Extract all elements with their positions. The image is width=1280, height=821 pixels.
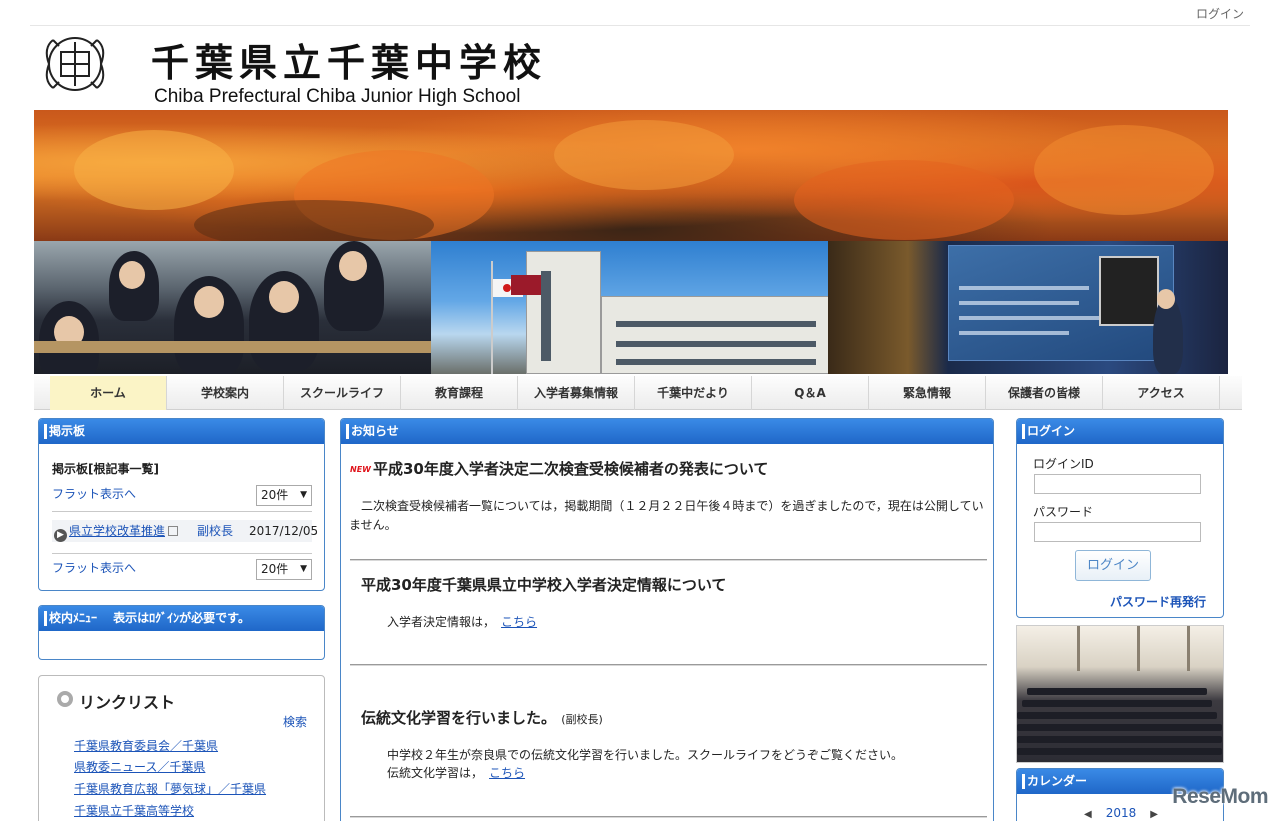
password-reissue-link[interactable]: パスワード再発行: [1110, 593, 1206, 610]
link-list-panel: リンクリスト 検索 千葉県教育委員会／千葉県 県教委ニュース／千葉県 千葉県教育…: [38, 675, 325, 821]
per-page-select-top[interactable]: 20件 ▼: [256, 485, 312, 506]
news-item-3-title-text: 伝統文化学習を行いました。: [361, 709, 557, 727]
bulletin-board-title: 掲示板[根記事一覧]: [52, 462, 159, 476]
news-item-1-body: 二次検査受検候補者一覧については，掲載期間（１２月２２日午後４時まで）を過ぎまし…: [349, 499, 984, 532]
link-search-link[interactable]: 検索: [283, 713, 307, 730]
flat-view-link-top[interactable]: フラット表示へ: [52, 485, 136, 502]
link-item[interactable]: 県教委ニュース／千葉県: [74, 758, 205, 775]
news-heading: お知らせ: [341, 419, 993, 444]
school-menu-panel: 校内ﾒﾆｭｰ 表示はﾛｸﾞｲﾝが必要です。: [38, 605, 325, 660]
bulletin-board-heading: 掲示板: [39, 419, 324, 444]
site-header: 千葉県立千葉中学校 Chiba Prefectural Chiba Junior…: [33, 28, 1228, 110]
login-id-label: ログインID: [1033, 457, 1094, 471]
link-item[interactable]: 千葉県立千葉高等学校: [74, 802, 194, 819]
attachment-icon: [168, 526, 179, 536]
divider: [350, 559, 987, 561]
chevron-down-icon: ▼: [300, 490, 307, 500]
arrow-right-icon: ▶: [54, 529, 67, 542]
flat-view-link-bottom[interactable]: フラット表示へ: [52, 559, 136, 576]
nav-school-guide[interactable]: 学校案内: [167, 376, 284, 410]
link-list-heading: リンクリスト: [79, 693, 176, 712]
nav-parents[interactable]: 保護者の皆様: [986, 376, 1103, 410]
chevron-down-icon: ▼: [300, 564, 307, 574]
next-arrow-icon[interactable]: ▶: [1150, 809, 1158, 820]
per-page-value: 20件: [261, 488, 289, 502]
per-page-value: 20件: [261, 562, 289, 576]
news-item-2-link[interactable]: こちら: [501, 615, 537, 629]
nav-access[interactable]: アクセス: [1103, 376, 1220, 410]
nav-emergency[interactable]: 緊急情報: [869, 376, 986, 410]
per-page-select-bottom[interactable]: 20件 ▼: [256, 559, 312, 580]
nav-newsletter[interactable]: 千葉中だより: [635, 376, 752, 410]
link-item[interactable]: 千葉県教育広報「夢気球」／千葉県: [74, 780, 266, 797]
login-button[interactable]: ログイン: [1075, 550, 1151, 581]
news-item-2-body: 入学者決定情報は， こちら: [387, 613, 537, 632]
photo-school-building: [431, 241, 828, 374]
autumn-leaves-banner: [34, 110, 1228, 241]
news-item-3-link[interactable]: こちら: [489, 766, 525, 780]
news-item-2-title[interactable]: 平成30年度千葉県県立中学校入学者決定情報について: [361, 574, 726, 595]
bulletin-row-title[interactable]: 県立学校改革推進: [69, 524, 165, 538]
bulletin-row-author: 副校長: [197, 524, 234, 538]
news-panel: お知らせ NEW 平成30年度入学者決定二次検査受検候補者の発表について 二次検査…: [340, 418, 994, 821]
new-badge: NEW: [350, 465, 371, 474]
news-item-3-title[interactable]: 伝統文化学習を行いました。 (副校長): [361, 707, 603, 728]
nav-home[interactable]: ホーム: [50, 376, 167, 410]
prev-arrow-icon[interactable]: ◀: [1084, 809, 1092, 820]
site-title-jp[interactable]: 千葉県立千葉中学校: [151, 32, 547, 87]
link-item[interactable]: 千葉県教育委員会／千葉県: [74, 737, 218, 754]
news-item-3-body2-text: 伝統文化学習は，: [387, 766, 484, 780]
news-item-2-body-text: 入学者決定情報は，: [387, 615, 496, 629]
ring-icon: [57, 691, 73, 707]
divider: [350, 816, 987, 818]
nav-school-life[interactable]: スクールライフ: [284, 376, 401, 410]
top-bar: ログイン: [30, 0, 1250, 26]
presentation-slide: [948, 245, 1174, 361]
bulletin-board-panel: 掲示板 掲示板[根記事一覧] フラット表示へ 20件 ▼ ▶ 県立学校改革推進 副…: [38, 418, 325, 591]
divider: [52, 511, 312, 512]
news-item-1-title[interactable]: NEW 平成30年度入学者決定二次検査受検候補者の発表について: [350, 458, 768, 479]
calendar-year: 2018: [1105, 806, 1137, 820]
news-item-3-body2: 伝統文化学習は， こちら: [387, 764, 525, 783]
nav-curriculum[interactable]: 教育課程: [401, 376, 518, 410]
photo-classroom: [34, 241, 431, 374]
news-item-1-title-text: 平成30年度入学者決定二次検査受検候補者の発表について: [372, 460, 769, 478]
auditorium-photo: [1016, 625, 1224, 763]
password-label: パスワード: [1033, 505, 1094, 519]
photo-strip: [34, 241, 1228, 374]
nav-faq[interactable]: Q＆A: [752, 376, 869, 410]
bulletin-row[interactable]: ▶ 県立学校改革推進 副校長 2017/12/05: [52, 520, 318, 542]
divider: [350, 664, 987, 666]
bulletin-row-date: 2017/12/05: [249, 524, 319, 538]
school-menu-heading: 校内ﾒﾆｭｰ 表示はﾛｸﾞｲﾝが必要です。: [39, 606, 324, 631]
news-item-3-author: (副校長): [561, 713, 603, 726]
news-item-3-body: 中学校２年生が奈良県での伝統文化学習を行いました。スクールライフをどうぞご覧くだ…: [387, 748, 904, 762]
header-login-link[interactable]: ログイン: [1196, 5, 1244, 22]
nav-admissions[interactable]: 入学者募集情報: [518, 376, 635, 410]
login-id-field[interactable]: [1034, 474, 1201, 494]
school-emblem-icon: [45, 37, 105, 91]
resemom-watermark: ReseMom: [1172, 785, 1268, 808]
main-nav: ホーム 学校案内 スクールライフ 教育課程 入学者募集情報 千葉中だより Q＆A…: [34, 376, 1242, 410]
divider: [52, 553, 312, 554]
site-title-en[interactable]: Chiba Prefectural Chiba Junior High Scho…: [154, 86, 520, 108]
password-field[interactable]: [1034, 522, 1201, 542]
login-panel: ログイン ログインID パスワード ログイン パスワード再発行: [1016, 418, 1224, 618]
login-heading: ログイン: [1017, 419, 1223, 444]
photo-presentation: [828, 241, 1228, 374]
